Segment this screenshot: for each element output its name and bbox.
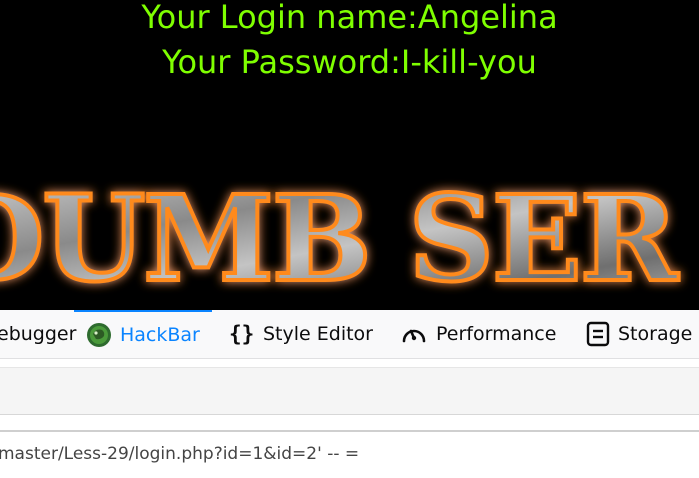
url-textarea[interactable]: master/Less-29/login.php?id=1&id=2' -- =: [0, 438, 699, 470]
tab-debugger-label: ebugger: [0, 323, 77, 345]
hackbar-toolbar: [0, 367, 699, 415]
dumb-series-banner: DUMB SER: [0, 178, 683, 303]
password-text: Your Password:I-kill-you: [162, 43, 537, 81]
tab-storage-label: Storage: [618, 323, 693, 345]
divider: [0, 430, 699, 432]
tab-debugger[interactable]: ebugger: [0, 310, 76, 358]
tab-hackbar-label: HackBar: [120, 324, 200, 346]
devtools-tab-bar: ebugger HackBar {} Style Editor Performa…: [0, 310, 699, 359]
tab-storage[interactable]: Storage: [586, 310, 692, 358]
banner-text: DUMB SER: [0, 178, 679, 303]
hackbar-icon: [86, 322, 112, 348]
tab-performance[interactable]: Performance: [400, 310, 556, 358]
tab-hackbar[interactable]: HackBar: [74, 310, 212, 358]
tab-performance-label: Performance: [436, 323, 557, 345]
tab-style-editor-label: Style Editor: [263, 323, 373, 345]
login-name-text: Your Login name:Angelina: [141, 0, 558, 36]
svg-text:{}: {}: [229, 322, 254, 346]
style-editor-icon: {}: [229, 321, 255, 347]
storage-icon: [586, 321, 610, 347]
web-page: Your Login name:Angelina Your Password:I…: [0, 0, 699, 310]
tab-style-editor[interactable]: {} Style Editor: [229, 310, 373, 358]
performance-icon: [400, 321, 428, 347]
